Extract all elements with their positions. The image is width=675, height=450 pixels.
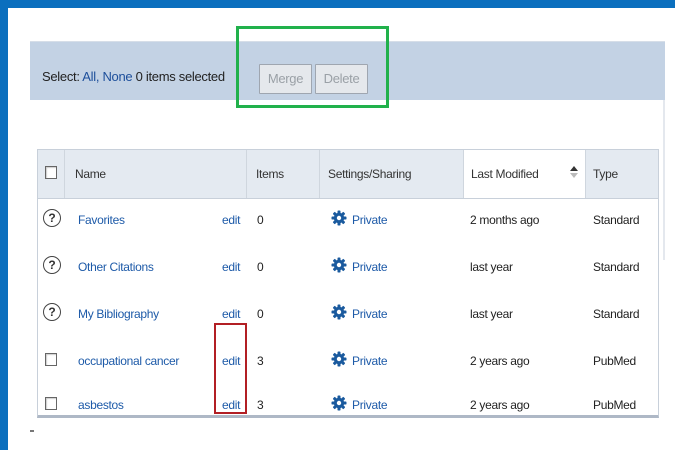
- sharing-private-link[interactable]: Private: [352, 307, 388, 321]
- header-settings-sharing[interactable]: Settings/Sharing: [328, 167, 412, 181]
- items-count: 0: [257, 213, 264, 227]
- highlight-box-red: [214, 323, 247, 414]
- select-label: Select:: [42, 69, 80, 84]
- type-value: PubMed: [593, 354, 636, 368]
- column-divider: [64, 150, 65, 198]
- type-value: Standard: [593, 213, 640, 227]
- header-last-modified[interactable]: Last Modified: [471, 167, 539, 181]
- header-type[interactable]: Type: [593, 167, 618, 181]
- gear-icon: [331, 210, 347, 226]
- column-divider: [246, 150, 247, 198]
- highlight-box-green: [236, 26, 389, 108]
- last-modified-value: 2 years ago: [470, 354, 530, 368]
- select-all-checkbox[interactable]: [45, 166, 57, 179]
- items-count: 0: [257, 260, 264, 274]
- edit-link[interactable]: edit: [222, 307, 240, 321]
- gear-icon: [331, 395, 347, 411]
- help-icon[interactable]: ?: [43, 256, 61, 274]
- help-icon[interactable]: ?: [43, 303, 61, 321]
- type-value: Standard: [593, 260, 640, 274]
- table-row: ? Favorites edit 0 Private 2 months ago …: [38, 198, 658, 245]
- sort-down-icon: [570, 173, 578, 178]
- help-icon[interactable]: ?: [43, 209, 61, 227]
- table-row: occupational cancer edit 3 Private 2 yea…: [38, 339, 658, 386]
- gear-icon: [331, 351, 347, 367]
- table-row: ? Other Citations edit 0 Private last ye…: [38, 245, 658, 292]
- items-selected-count: 0 items selected: [135, 69, 225, 84]
- type-value: Standard: [593, 307, 640, 321]
- last-modified-value: last year: [470, 307, 513, 321]
- header-last-modified-cell[interactable]: Last Modified: [463, 150, 586, 198]
- selection-controls: Select: All, None 0 items selected: [42, 69, 225, 84]
- collection-name-link[interactable]: asbestos: [78, 398, 124, 412]
- items-count: 0: [257, 307, 264, 321]
- table-header-row: Name Items Settings/Sharing Last Modifie…: [38, 150, 658, 199]
- frame-top-border: [0, 0, 675, 8]
- items-count: 3: [257, 398, 264, 412]
- last-modified-value: last year: [470, 260, 513, 274]
- edit-link[interactable]: edit: [222, 213, 240, 227]
- collection-name-link[interactable]: My Bibliography: [78, 307, 159, 321]
- sharing-private-link[interactable]: Private: [352, 354, 388, 368]
- last-modified-value: 2 months ago: [470, 213, 540, 227]
- frame-left-border: [0, 0, 8, 450]
- type-value: PubMed: [593, 398, 636, 412]
- items-count: 3: [257, 354, 264, 368]
- sort-icon[interactable]: [570, 166, 578, 178]
- column-divider: [319, 150, 320, 198]
- table-row: asbestos edit 3 Private 2 years ago PubM…: [38, 385, 658, 432]
- header-items[interactable]: Items: [256, 167, 284, 181]
- select-none-link[interactable]: None: [102, 69, 132, 84]
- sharing-private-link[interactable]: Private: [352, 260, 388, 274]
- edit-link[interactable]: edit: [222, 260, 240, 274]
- gear-icon: [331, 257, 347, 273]
- collection-name-link[interactable]: occupational cancer: [78, 354, 179, 368]
- header-name[interactable]: Name: [75, 167, 106, 181]
- scroll-edge: [663, 100, 665, 260]
- collection-name-link[interactable]: Other Citations: [78, 260, 154, 274]
- collection-name-link[interactable]: Favorites: [78, 213, 125, 227]
- sort-up-icon: [570, 166, 578, 171]
- select-all-link[interactable]: All,: [82, 69, 99, 84]
- last-modified-value: 2 years ago: [470, 398, 530, 412]
- sharing-private-link[interactable]: Private: [352, 398, 388, 412]
- row-checkbox[interactable]: [45, 353, 57, 366]
- sharing-private-link[interactable]: Private: [352, 213, 388, 227]
- gear-icon: [331, 304, 347, 320]
- decorative-mark: [30, 430, 34, 432]
- table-row: ? My Bibliography edit 0 Private last ye…: [38, 292, 658, 339]
- row-checkbox[interactable]: [45, 397, 57, 410]
- collections-table: Name Items Settings/Sharing Last Modifie…: [37, 149, 659, 418]
